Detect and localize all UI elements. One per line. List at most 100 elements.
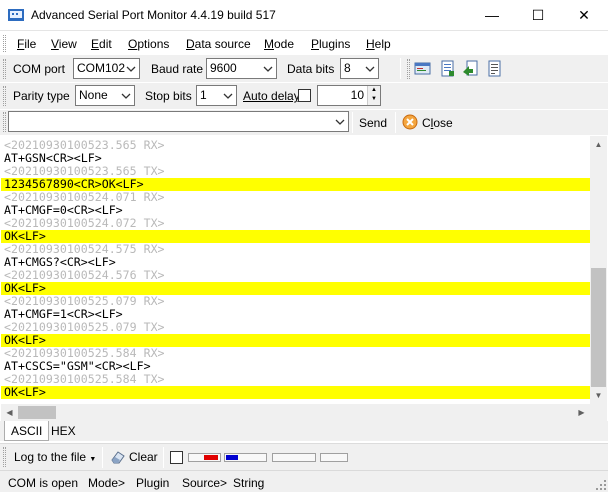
close-circle-icon <box>402 114 418 130</box>
close-port-button[interactable]: Close <box>402 113 460 132</box>
title-bar: Advanced Serial Port Monitor 4.4.19 buil… <box>0 0 608 31</box>
timestamp-line: <20210930100525.079 TX> <box>4 320 165 334</box>
scroll-up-icon[interactable]: ▲ <box>590 136 607 153</box>
auto-delay-checkbox[interactable] <box>298 89 311 102</box>
toolbar-separator <box>102 447 103 468</box>
toolbar-separator <box>400 58 401 79</box>
view-tabs: ASCII HEX <box>0 421 608 441</box>
chevron-down-icon <box>335 119 345 125</box>
color-swatch-red[interactable] <box>188 453 221 462</box>
horizontal-scrollbar[interactable]: ◀ ▶ <box>1 404 590 421</box>
spin-up-icon[interactable]: ▲ <box>368 86 380 95</box>
auto-delay-label: Auto delay <box>243 89 300 103</box>
line-settings-toolbar: Parity type None Stop bits 1 Auto delay … <box>0 83 608 109</box>
tab-ascii[interactable]: ASCII <box>4 421 50 441</box>
close-window-button[interactable]: ✕ <box>561 0 607 30</box>
spinner-buttons[interactable]: ▲ ▼ <box>367 86 380 105</box>
received-data-line: OK<LF> <box>1 386 590 399</box>
toolbar-grip <box>3 86 6 106</box>
vertical-scrollbar[interactable]: ▲ ▼ <box>590 136 607 404</box>
scroll-down-icon[interactable]: ▼ <box>590 387 607 404</box>
send-data-input[interactable] <box>8 111 349 132</box>
color-swatch-blue[interactable] <box>224 453 267 462</box>
scroll-right-icon[interactable]: ▶ <box>573 404 590 421</box>
baud-rate-value: 9600 <box>210 61 237 75</box>
status-plugin: Plugin <box>136 476 170 490</box>
com-port-select[interactable]: COM102 <box>73 58 140 79</box>
delay-spinner[interactable]: 10 ▲ ▼ <box>317 85 381 106</box>
menu-data-source[interactable]: Data source <box>186 37 251 51</box>
toolbar-grip <box>3 447 6 467</box>
stop-bits-label: Stop bits <box>145 89 192 103</box>
color-swatch-blank-2[interactable] <box>320 453 348 462</box>
menu-view[interactable]: View <box>51 37 77 51</box>
menu-edit[interactable]: Edit <box>91 37 112 51</box>
chevron-down-icon <box>365 66 375 72</box>
vertical-scroll-thumb[interactable] <box>591 268 606 387</box>
log-to-file-label: Log to the file <box>14 450 87 464</box>
status-mode: Mode> <box>88 476 126 490</box>
parity-type-select[interactable]: None <box>75 85 135 106</box>
status-source: Source> <box>182 476 228 490</box>
terminal-output[interactable]: <20210930100523.565 RX> AT+GSN<CR><LF> <20… <box>1 136 590 404</box>
com-port-value: COM102 <box>77 61 126 75</box>
chevron-down-icon <box>126 66 136 72</box>
window-title: Advanced Serial Port Monitor 4.4.19 buil… <box>31 8 276 22</box>
baud-rate-label: Baud rate <box>151 62 204 76</box>
data-bits-select[interactable]: 8 <box>340 58 379 79</box>
menu-grip <box>3 35 6 52</box>
color-swatch-blank-1[interactable] <box>272 453 316 462</box>
menu-mode[interactable]: Mode <box>264 37 294 51</box>
menu-bar: File View Edit Options Data source Mode … <box>0 32 608 54</box>
toolbar-grip <box>407 59 410 79</box>
export-document-icon[interactable] <box>462 60 479 77</box>
send-button[interactable]: Send <box>359 116 387 130</box>
document-list-icon[interactable] <box>439 60 456 77</box>
menu-options[interactable]: Options <box>128 37 169 51</box>
menu-file[interactable]: File <box>17 37 36 51</box>
dropdown-arrow-icon: ▼ <box>89 456 97 463</box>
send-toolbar: Send Close <box>0 110 608 135</box>
status-connection: COM is open <box>8 476 79 490</box>
toolbar-separator <box>163 447 164 468</box>
toolbar-grip <box>3 59 6 79</box>
notes-document-icon[interactable] <box>486 60 503 77</box>
horizontal-scroll-thumb[interactable] <box>18 406 56 419</box>
scrollbar-corner <box>590 404 607 421</box>
clear-button[interactable]: Clear <box>110 448 158 466</box>
tab-hex[interactable]: HEX <box>45 421 82 440</box>
com-port-label: COM port <box>13 62 66 76</box>
serial-port-app-icon <box>8 9 24 21</box>
monitor-window-icon[interactable] <box>414 60 431 77</box>
clear-label: Clear <box>129 450 158 464</box>
baud-rate-select[interactable]: 9600 <box>206 58 277 79</box>
chevron-down-icon <box>121 93 131 99</box>
parity-type-value: None <box>79 88 108 102</box>
chevron-down-icon <box>223 93 233 99</box>
timestamp-line: <20210930100525.584 TX> <box>4 372 165 386</box>
data-bits-value: 8 <box>344 61 351 75</box>
minimize-button[interactable]: — <box>469 0 515 30</box>
timestamp-line: <20210930100524.072 TX> <box>4 216 165 230</box>
parity-type-label: Parity type <box>13 89 70 103</box>
stop-bits-select[interactable]: 1 <box>196 85 237 106</box>
timestamp-line: <20210930100524.576 TX> <box>4 268 165 282</box>
menu-help[interactable]: Help <box>366 37 391 51</box>
toolbar-separator <box>395 112 396 133</box>
status-bar: COM is open Mode> Plugin Source> String <box>0 470 608 492</box>
chevron-down-icon <box>263 66 273 72</box>
maximize-button[interactable]: ☐ <box>515 0 561 30</box>
close-port-label: Close <box>422 116 453 130</box>
spin-down-icon[interactable]: ▼ <box>368 95 380 104</box>
status-format: String <box>233 476 265 490</box>
log-to-file-button[interactable]: Log to the file ▼ <box>14 450 96 464</box>
resize-grip-icon[interactable] <box>595 479 607 491</box>
data-bits-label: Data bits <box>287 62 335 76</box>
toolbar-grip <box>3 112 6 132</box>
eraser-icon <box>111 451 125 464</box>
port-settings-toolbar: COM port COM102 Baud rate 9600 Data bits… <box>0 55 608 82</box>
bottom-toolbar: Log to the file ▼ Clear <box>0 443 608 470</box>
menu-plugins[interactable]: Plugins <box>311 37 350 51</box>
scroll-left-icon[interactable]: ◀ <box>1 404 18 421</box>
highlight-checkbox[interactable] <box>170 451 183 464</box>
